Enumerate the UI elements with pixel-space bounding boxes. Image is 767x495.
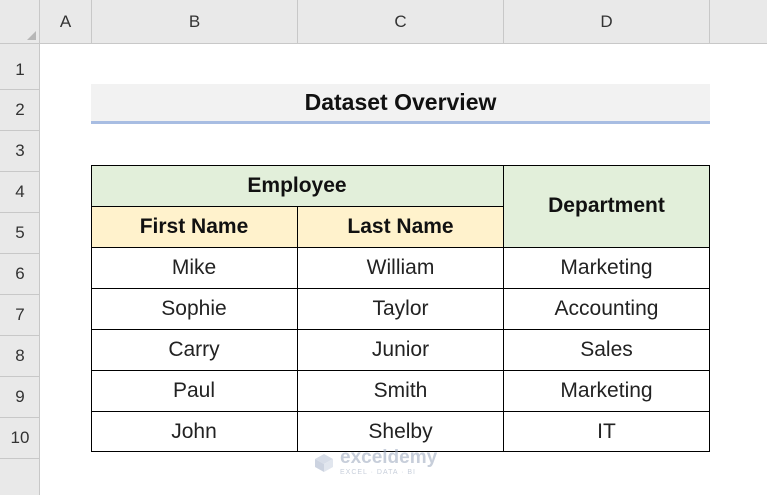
row-header-10[interactable]: 10 [0, 418, 40, 459]
last-name-cell[interactable]: Shelby [298, 412, 504, 452]
row-header-1[interactable]: 1 [0, 50, 40, 90]
department-cell[interactable]: Sales [504, 330, 710, 371]
department-cell[interactable]: Marketing [504, 371, 710, 412]
dataset-title-cell[interactable]: Dataset Overview [91, 84, 710, 124]
row-header-4[interactable]: 4 [0, 172, 40, 213]
department-header[interactable]: Department [504, 165, 710, 248]
last-name-cell[interactable]: Smith [298, 371, 504, 412]
first-name-cell[interactable]: Mike [91, 248, 298, 289]
last-name-cell[interactable]: William [298, 248, 504, 289]
first-name-header[interactable]: First Name [91, 207, 298, 248]
first-name-cell[interactable]: Paul [91, 371, 298, 412]
column-header-d[interactable]: D [504, 0, 710, 44]
exceldemy-logo-icon [315, 453, 333, 472]
department-cell[interactable]: IT [504, 412, 710, 452]
row-header-7[interactable]: 7 [0, 295, 40, 336]
row-header-8[interactable]: 8 [0, 336, 40, 377]
exceldemy-watermark: exceldemy EXCEL · DATA · BI [312, 448, 437, 477]
employee-group-header[interactable]: Employee [91, 165, 504, 207]
column-header-c[interactable]: C [298, 0, 504, 44]
row-header-9[interactable]: 9 [0, 377, 40, 418]
department-cell[interactable]: Marketing [504, 248, 710, 289]
row-header-5[interactable]: 5 [0, 213, 40, 254]
last-name-cell[interactable]: Taylor [298, 289, 504, 330]
row-header-2[interactable]: 2 [0, 90, 40, 131]
watermark-tagline: EXCEL · DATA · BI [340, 469, 416, 476]
department-cell[interactable]: Accounting [504, 289, 710, 330]
watermark-name: exceldemy [340, 447, 438, 468]
first-name-cell[interactable]: John [91, 412, 298, 452]
spreadsheet: A B C D 1 2 3 4 5 6 7 8 9 10 Dataset Ove… [0, 0, 767, 495]
select-all-triangle-icon [27, 31, 36, 40]
row-header-3[interactable]: 3 [0, 131, 40, 172]
first-name-cell[interactable]: Carry [91, 330, 298, 371]
last-name-header[interactable]: Last Name [298, 207, 504, 248]
column-header-b[interactable]: B [92, 0, 298, 44]
select-all-corner[interactable] [0, 0, 40, 44]
column-header-a[interactable]: A [40, 0, 92, 44]
row-header-6[interactable]: 6 [0, 254, 40, 295]
first-name-cell[interactable]: Sophie [91, 289, 298, 330]
last-name-cell[interactable]: Junior [298, 330, 504, 371]
